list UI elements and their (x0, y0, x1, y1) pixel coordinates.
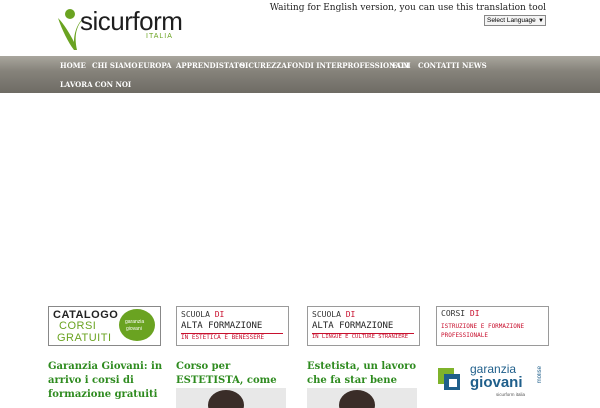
banner-lingue-line1: SCUOLA (312, 310, 341, 319)
banner-estetica-line3: IN ESTETICA E BENESSERE (181, 334, 265, 341)
banner-lingue-di: DI (345, 310, 356, 319)
gg-logo-line2: giovani (470, 374, 523, 391)
banner-catalogo-line3: GRATUITI (57, 332, 112, 344)
gg-logo-sub: sicurform italia (496, 392, 526, 397)
banner-catalogo-line2: CORSI (59, 320, 97, 332)
nav-item-news[interactable]: NEWS (462, 61, 487, 70)
garanzia-giovani-badge-icon: garanzia giovani (119, 309, 155, 341)
logo-subtext: ITALIA (146, 33, 173, 40)
banner-istruzione-line1: CORSI (441, 309, 466, 318)
badge-line2: giovani (126, 326, 142, 332)
garanzia-giovani-logo[interactable]: garanzia giovani molise sicurform italia (436, 362, 556, 400)
banner-estetica[interactable]: SCUOLA DI ALTA FORMAZIONE IN ESTETICA E … (176, 306, 289, 346)
language-select-value: Select Language (487, 17, 536, 24)
article-title-garanzia-giovani[interactable]: Garanzia Giovani: in arrivo i corsi di f… (48, 360, 163, 402)
banner-istruzione-line2: ISTRUZIONE E FORMAZIONE (441, 323, 525, 330)
nav-item-chi-siamo[interactable]: CHI SIAMO (92, 61, 138, 70)
banner-istruzione-line3: PROFESSIONALE (441, 332, 488, 339)
article-thumbnail[interactable] (307, 388, 417, 408)
banner-catalogo-corsi[interactable]: CATALOGO CORSI GRATUITI garanzia giovani (48, 306, 161, 346)
banner-lingue-line2: ALTA FORMAZIONE (312, 321, 394, 331)
nav-item-sicurezza[interactable]: SICUREZZA (240, 61, 287, 70)
nav-item-contatti[interactable]: CONTATTI (418, 61, 459, 70)
translation-note: Waiting for English version, you can use… (269, 3, 546, 13)
gg-logo-side: molise (537, 366, 543, 384)
article-thumbnail[interactable] (176, 388, 286, 408)
main-nav: HOME CHI SIAMO EUROPA APPRENDISTATO SICU… (0, 56, 600, 93)
article-title-estetista-lavoro[interactable]: Estetista, un lavoro che fa star bene (307, 360, 422, 388)
nav-item-home[interactable]: HOME (60, 61, 86, 70)
banner-lingue-line3: IN LINGUE E CULTURE STRANIERE (312, 334, 409, 340)
nav-item-europa[interactable]: EUROPA (138, 61, 172, 70)
language-select[interactable]: Select Language ▼ (484, 15, 546, 26)
banner-estetica-line2: ALTA FORMAZIONE (181, 321, 263, 331)
banner-istruzione[interactable]: CORSI DI ISTRUZIONE E FORMAZIONE PROFESS… (436, 306, 549, 346)
banner-estetica-di: DI (214, 310, 225, 319)
chevron-down-icon: ▼ (538, 18, 544, 24)
banner-lingue[interactable]: SCUOLA DI ALTA FORMAZIONE IN LINGUE E CU… (307, 306, 420, 346)
nav-item-lavora-con-noi[interactable]: LAVORA CON NOI (60, 80, 131, 89)
nav-item-apprendistato[interactable]: APPRENDISTATO (176, 61, 245, 70)
garanzia-giovani-logo-icon (438, 368, 460, 390)
badge-line1: garanzia (125, 319, 145, 325)
banner-istruzione-di: DI (469, 309, 480, 318)
nav-item-fondi-interprofessionali[interactable]: FONDI INTERPROFESSIONALI (287, 61, 409, 70)
nav-item-ecm[interactable]: ECM (392, 61, 411, 70)
banner-estetica-line1: SCUOLA (181, 310, 210, 319)
